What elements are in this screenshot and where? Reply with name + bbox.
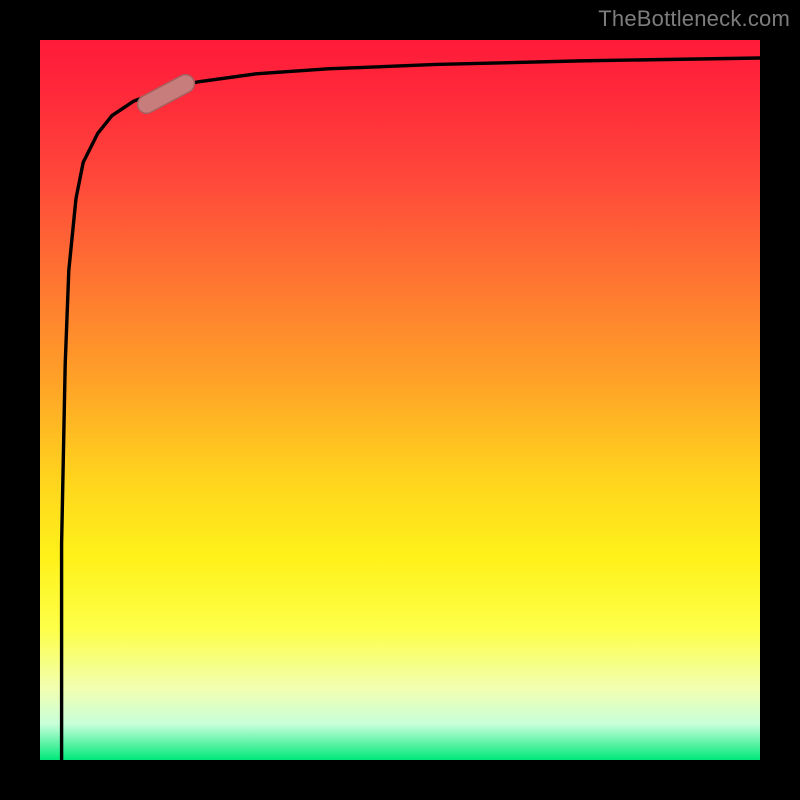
chart-frame: TheBottleneck.com <box>0 0 800 800</box>
highlight-pill-icon <box>134 71 197 116</box>
curve-layer <box>40 40 760 760</box>
highlight-marker <box>134 71 197 116</box>
bottleneck-curve <box>62 58 760 760</box>
attribution-label: TheBottleneck.com <box>598 6 790 32</box>
gradient-plot-area <box>40 40 760 760</box>
